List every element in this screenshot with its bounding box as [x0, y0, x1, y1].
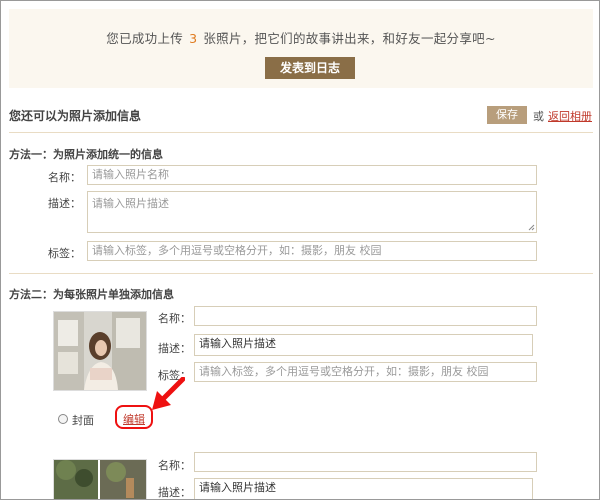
save-button[interactable]: 保存	[487, 106, 527, 124]
photo-image	[54, 312, 146, 390]
tags-label: 标签：	[48, 247, 81, 260]
photo-image	[54, 460, 146, 499]
name-label: 名称：	[158, 312, 191, 325]
unified-tags-input[interactable]: 请输入标签，多个用逗号或空格分开，如：摄影，朋友 校园	[87, 241, 537, 261]
method-two-title: 方法二：为每张照片单独添加信息	[9, 288, 174, 301]
photo-count: 3	[189, 31, 198, 46]
photo-thumbnail[interactable]	[53, 459, 147, 499]
divider	[9, 273, 593, 274]
desc-placeholder: 请输入照片描述	[92, 197, 169, 210]
photo-thumbnail[interactable]	[53, 311, 147, 391]
name-label: 名称：	[158, 459, 191, 472]
message-prefix: 您已成功上传	[106, 31, 184, 46]
upload-success-message: 您已成功上传 3 张照片，把它们的故事讲出来，和好友一起分享吧~	[9, 28, 593, 47]
photo-name-input[interactable]	[194, 306, 537, 326]
desc-label: 描述：	[48, 197, 81, 210]
red-arrow-icon	[152, 377, 185, 410]
return-to-album-link[interactable]: 返回相册	[548, 108, 592, 124]
photo-desc-input[interactable]: 请输入照片描述	[194, 334, 533, 356]
divider	[9, 132, 593, 133]
section-title: 您还可以为照片添加信息	[9, 109, 142, 123]
message-suffix: 张照片，把它们的故事讲出来，和好友一起分享吧~	[203, 31, 496, 46]
desc-label: 描述：	[158, 342, 191, 355]
publish-to-blog-button[interactable]: 发表到日志	[265, 57, 355, 79]
photo-desc-input[interactable]: 请输入照片描述	[194, 478, 533, 499]
resize-handle-icon[interactable]	[528, 224, 535, 231]
cover-radio[interactable]	[58, 414, 68, 424]
or-text: 或	[533, 110, 544, 123]
cover-label: 封面	[72, 414, 94, 427]
edit-link[interactable]: 编辑	[123, 411, 145, 427]
unified-desc-textarea[interactable]: 请输入照片描述	[87, 191, 537, 233]
unified-name-input[interactable]: 请输入照片名称	[87, 165, 537, 185]
photo-tags-input[interactable]: 请输入标签，多个用逗号或空格分开，如：摄影，朋友 校园	[194, 362, 537, 382]
photo-name-input[interactable]	[194, 452, 537, 472]
upload-success-banner: 您已成功上传 3 张照片，把它们的故事讲出来，和好友一起分享吧~ 发表到日志	[9, 9, 593, 88]
name-label: 名称：	[48, 171, 81, 184]
desc-label: 描述：	[158, 486, 191, 499]
method-one-title: 方法一：为照片添加统一的信息	[9, 148, 163, 161]
page-frame: 您已成功上传 3 张照片，把它们的故事讲出来，和好友一起分享吧~ 发表到日志 您还可…	[0, 0, 600, 500]
